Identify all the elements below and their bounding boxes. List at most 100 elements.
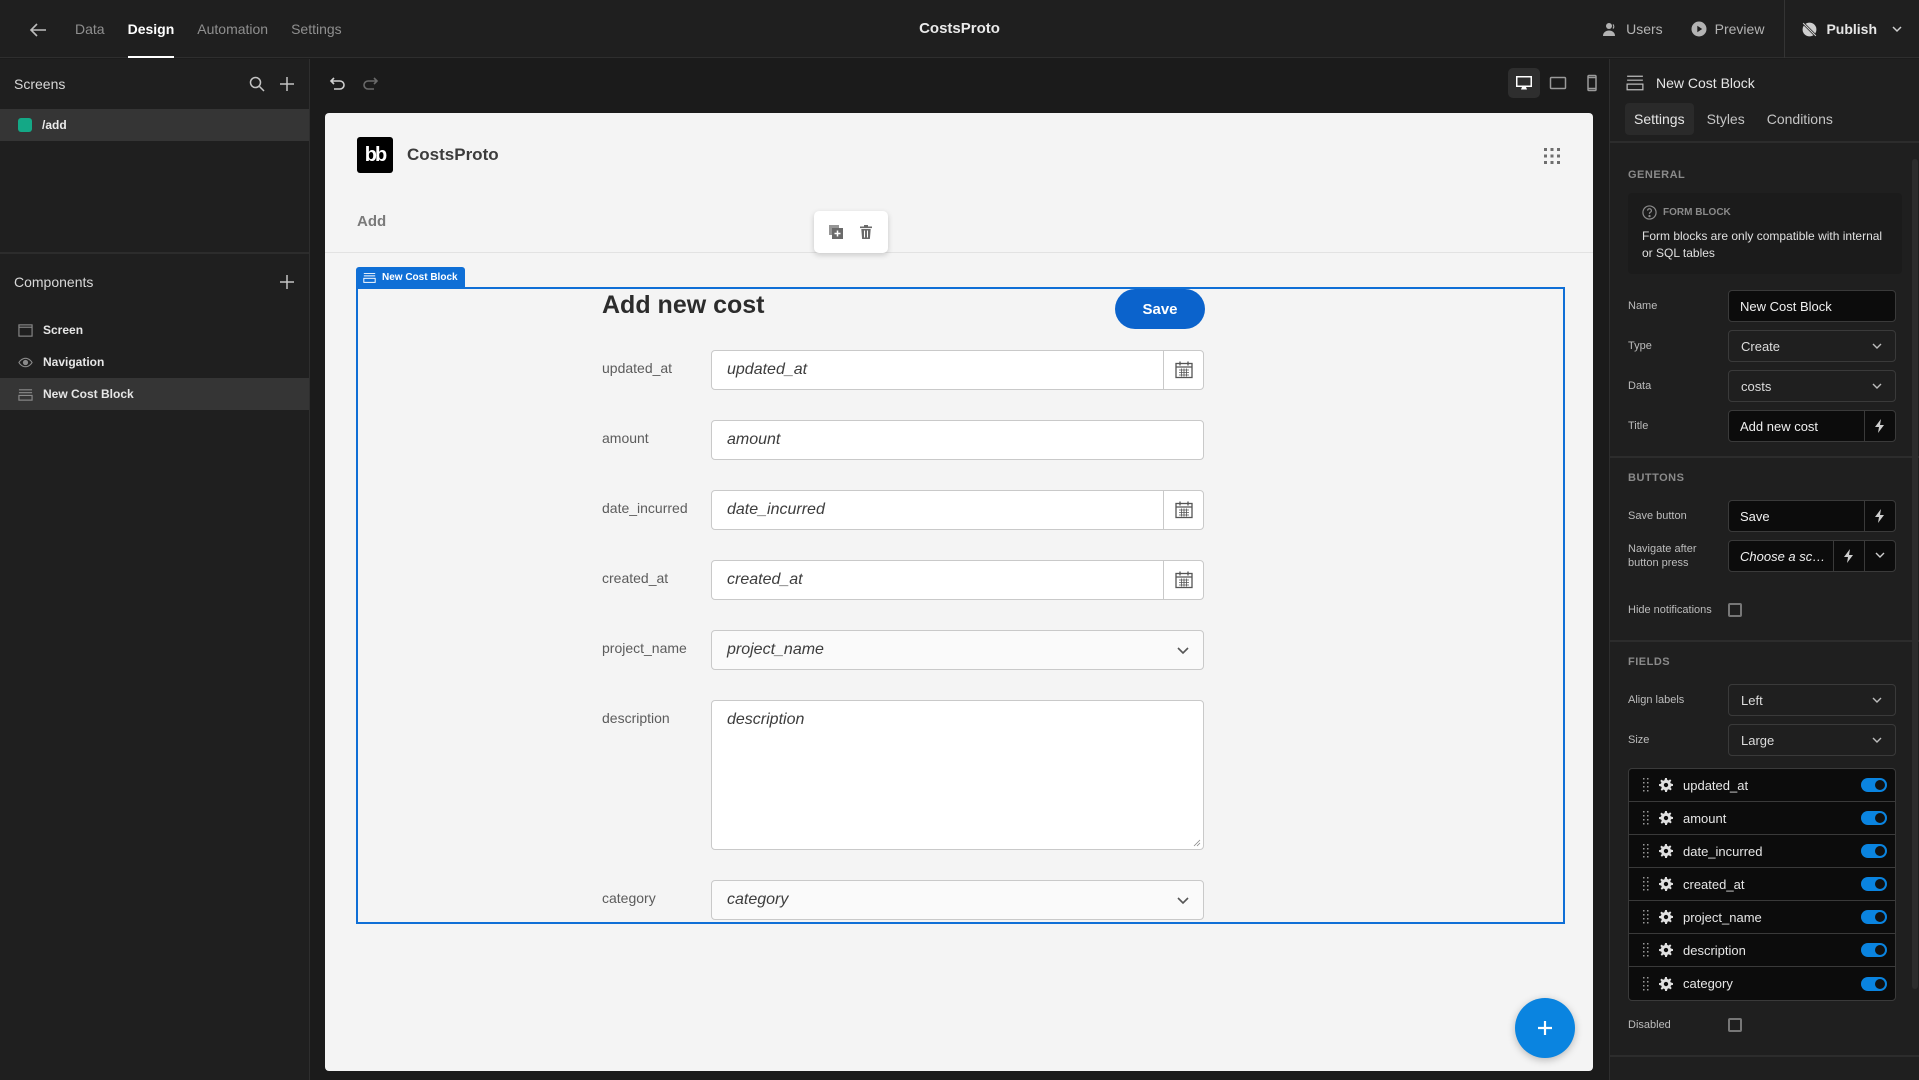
drag-handle-icon[interactable] [1643,943,1649,957]
navigate-dropdown-button[interactable] [1864,541,1895,571]
date-input[interactable]: date_incurred [711,490,1204,530]
grid-menu-icon[interactable] [1543,147,1561,165]
component-tree: Screen Navigation New Cost Block [0,314,309,410]
select-input[interactable]: project_name [711,630,1204,670]
device-desktop-button[interactable] [1508,68,1540,98]
back-arrow-icon[interactable] [26,18,50,42]
save-button[interactable]: Save [1115,289,1205,329]
tab-conditions[interactable]: Conditions [1758,103,1842,135]
text-input[interactable]: amount [711,420,1204,460]
left-panel: Screens /add Components Screen Navigatio… [0,59,310,1080]
textarea-input[interactable]: description [711,700,1204,850]
desktop-icon [1515,74,1533,92]
type-select[interactable]: Create [1728,330,1896,362]
data-select[interactable]: costs [1728,370,1896,402]
navigate-input[interactable]: Choose a sc… [1728,540,1896,572]
scrollbar[interactable] [1912,159,1918,989]
disabled-checkbox[interactable] [1728,1018,1742,1032]
binding-button[interactable] [1864,411,1895,441]
date-input[interactable]: updated_at [711,350,1204,390]
field-list-item[interactable]: category [1629,967,1895,1000]
settings-header: New Cost Block [1610,63,1919,103]
binding-button[interactable] [1833,541,1864,571]
field-toggle[interactable] [1861,778,1887,792]
preview-button[interactable]: Preview [1677,0,1785,58]
lightning-icon [1874,509,1886,523]
align-labels-select[interactable]: Left [1728,684,1896,716]
add-component-fab[interactable] [1515,998,1575,1058]
add-screen-icon[interactable] [279,76,295,92]
field-toggle[interactable] [1861,844,1887,858]
undo-icon[interactable] [329,74,347,92]
tab-settings-panel[interactable]: Settings [1625,103,1694,135]
play-circle-icon [1691,21,1707,37]
device-mobile-button[interactable] [1576,68,1608,98]
gear-icon[interactable] [1659,877,1673,891]
gear-icon[interactable] [1659,811,1673,825]
name-input[interactable]: New Cost Block [1728,290,1896,322]
date-input[interactable]: created_at [711,560,1204,600]
drag-handle-icon[interactable] [1643,910,1649,924]
calendar-button[interactable] [1163,561,1203,599]
chevron-down-icon [1871,694,1883,706]
calendar-button[interactable] [1163,351,1203,389]
select-input[interactable]: category [711,880,1204,920]
trash-icon[interactable] [858,224,874,240]
size-select[interactable]: Large [1728,724,1896,756]
screens-header: Screens [0,59,309,109]
field-toggle[interactable] [1861,910,1887,924]
field-name: amount [1683,810,1727,826]
duplicate-icon[interactable] [828,224,844,240]
field-list-item[interactable]: updated_at [1629,769,1895,802]
info-header: FORM BLOCK [1642,205,1888,220]
title-input[interactable]: Add new cost [1728,410,1896,442]
component-item-new-cost-block[interactable]: New Cost Block [0,378,309,410]
resize-handle-icon[interactable] [1193,839,1201,847]
save-button-input[interactable]: Save [1728,500,1896,532]
app-logo: bb [357,137,393,173]
tab-styles[interactable]: Styles [1698,103,1754,135]
drag-handle-icon[interactable] [1643,811,1649,825]
drag-handle-icon[interactable] [1643,778,1649,792]
gear-icon[interactable] [1659,844,1673,858]
drag-handle-icon[interactable] [1643,844,1649,858]
chevron-down-icon[interactable] [1891,23,1903,35]
field-toggle[interactable] [1861,976,1887,991]
form-block[interactable]: New Cost Block Add new cost Save updated… [356,267,1565,924]
tab-data[interactable]: Data [75,0,105,58]
nav-link-add[interactable]: Add [357,213,386,230]
users-button[interactable]: Users [1588,0,1677,58]
device-tablet-button[interactable] [1542,68,1574,98]
calendar-button[interactable] [1163,491,1203,529]
field-toggle[interactable] [1861,811,1887,825]
search-icon[interactable] [249,76,265,92]
binding-button[interactable] [1864,501,1895,531]
gear-icon[interactable] [1659,778,1673,792]
screen-item-add[interactable]: /add [0,109,309,141]
drag-handle-icon[interactable] [1643,877,1649,891]
tab-design[interactable]: Design [127,0,174,58]
field-list-item[interactable]: date_incurred [1629,835,1895,868]
hide-notifications-checkbox[interactable] [1728,603,1742,617]
field-list-item[interactable]: project_name [1629,901,1895,934]
drag-handle-icon[interactable] [1643,976,1649,991]
gear-icon[interactable] [1659,976,1673,991]
field-list-item[interactable]: amount [1629,802,1895,835]
gear-icon[interactable] [1659,943,1673,957]
component-item-screen[interactable]: Screen [0,314,309,346]
title-row: Title Add new cost [1628,406,1902,446]
publish-button[interactable]: Publish [1784,0,1919,58]
field-toggle[interactable] [1861,943,1887,957]
add-component-icon[interactable] [279,274,295,290]
hide-notifications-label: Hide notifications [1628,604,1712,616]
field-list-item[interactable]: created_at [1629,868,1895,901]
tab-automation[interactable]: Automation [197,0,268,58]
field-toggle[interactable] [1861,877,1887,891]
component-label: New Cost Block [43,387,134,401]
tab-settings[interactable]: Settings [291,0,342,58]
block-tag[interactable]: New Cost Block [356,267,465,288]
field-list-item[interactable]: description [1629,934,1895,967]
gear-icon[interactable] [1659,910,1673,924]
component-item-navigation[interactable]: Navigation [0,346,309,378]
redo-icon[interactable] [361,74,379,92]
